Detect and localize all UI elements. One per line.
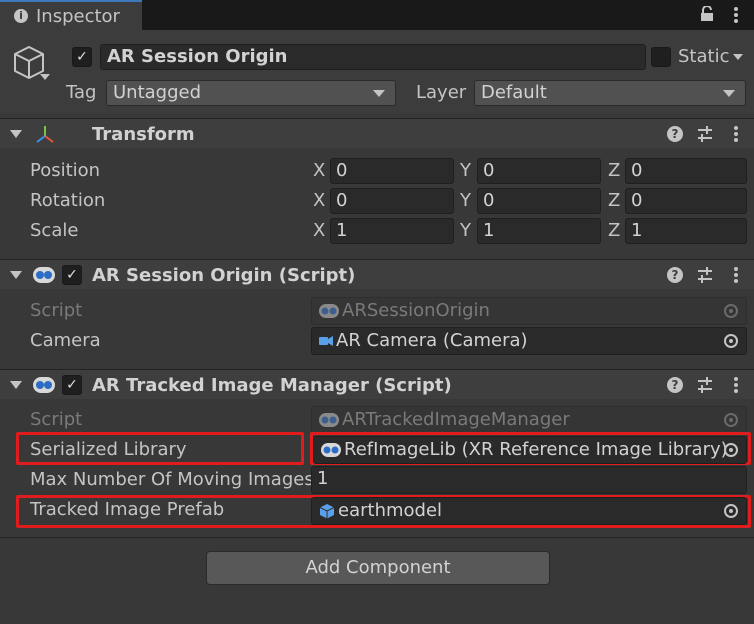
tracked-image-prefab-field[interactable]: earthmodel <box>311 497 747 525</box>
script-label: Script <box>30 409 83 430</box>
object-picker-icon <box>724 413 738 427</box>
serialized-library-field[interactable]: RefImageLib (XR Reference Image Library) <box>313 436 747 464</box>
component-menu-icon[interactable] <box>728 376 744 394</box>
tab-inspector[interactable]: i Inspector <box>0 0 142 30</box>
script-field: ARSessionOrigin <box>311 297 747 325</box>
presets-sliders-icon[interactable] <box>697 376 713 394</box>
axis-y-label[interactable]: Y <box>460 220 471 241</box>
static-label: Static <box>678 46 730 67</box>
static-checkbox[interactable] <box>651 47 671 67</box>
script-value: ARTrackedImageManager <box>342 409 570 430</box>
script-icon <box>319 413 339 427</box>
axis-y-label[interactable]: Y <box>460 190 471 211</box>
rotation-x-field[interactable]: 0 <box>330 188 454 214</box>
axis-x-label[interactable]: X <box>313 190 325 211</box>
axis-z-label[interactable]: Z <box>608 190 620 211</box>
script-icon <box>321 443 341 457</box>
camera-field[interactable]: AR Camera (Camera) <box>311 327 747 355</box>
position-y-field[interactable]: 0 <box>477 158 601 184</box>
axis-x-label[interactable]: X <box>313 220 325 241</box>
static-dropdown-arrow-icon[interactable] <box>733 54 743 60</box>
camera-label: Camera <box>30 330 101 351</box>
transform-title: Transform <box>92 124 195 145</box>
script-value: ARSessionOrigin <box>342 300 490 321</box>
scale-label: Scale <box>30 220 79 241</box>
object-picker-icon <box>724 304 738 318</box>
axis-x-label[interactable]: X <box>313 160 325 181</box>
serialized-library-label: Serialized Library <box>30 439 187 460</box>
tab-label: Inspector <box>36 6 120 27</box>
script-label: Script <box>30 300 83 321</box>
object-picker-icon[interactable] <box>724 504 738 518</box>
position-x-field[interactable]: 0 <box>330 158 454 184</box>
chevron-down-icon <box>723 90 735 97</box>
object-name-field[interactable]: AR Session Origin <box>100 44 646 70</box>
layer-dropdown[interactable]: Default <box>474 80 746 106</box>
axis-z-label[interactable]: Z <box>608 160 620 181</box>
rotation-z-field[interactable]: 0 <box>625 188 747 214</box>
scale-x-field[interactable]: 1 <box>330 218 454 244</box>
max-moving-images-field[interactable]: 1 <box>311 466 747 494</box>
help-icon[interactable]: ? <box>667 126 683 142</box>
help-icon[interactable]: ? <box>667 377 683 393</box>
axis-z-label[interactable]: Z <box>608 220 620 241</box>
lock-icon[interactable] <box>700 6 714 22</box>
camera-icon <box>319 336 333 346</box>
help-icon[interactable]: ? <box>667 267 683 283</box>
layer-value: Default <box>481 82 547 103</box>
ar-session-origin-title: AR Session Origin (Script) <box>92 265 356 286</box>
chevron-down-icon <box>373 90 385 97</box>
tracked-image-prefab-value: earthmodel <box>338 500 443 521</box>
add-component-button[interactable]: Add Component <box>206 551 550 585</box>
max-moving-images-label: Max Number Of Moving Images <box>30 469 314 490</box>
foldout-arrow-icon[interactable] <box>10 381 22 389</box>
divider <box>0 537 754 538</box>
presets-sliders-icon[interactable] <box>697 266 713 284</box>
script-icon <box>319 304 339 318</box>
layer-label: Layer <box>416 82 467 103</box>
ar-tracked-image-manager-title: AR Tracked Image Manager (Script) <box>92 375 452 396</box>
component-enabled-checkbox[interactable]: ✓ <box>62 265 82 285</box>
serialized-library-value: RefImageLib (XR Reference Image Library) <box>344 439 728 460</box>
scale-y-field[interactable]: 1 <box>477 218 601 244</box>
component-menu-icon[interactable] <box>728 266 744 284</box>
scale-z-field[interactable]: 1 <box>625 218 747 244</box>
camera-value: AR Camera (Camera) <box>336 330 528 351</box>
component-enabled-checkbox[interactable]: ✓ <box>62 375 82 395</box>
axis-y-label[interactable]: Y <box>460 160 471 181</box>
position-z-field[interactable]: 0 <box>625 158 747 184</box>
tracked-image-prefab-label: Tracked Image Prefab <box>30 499 225 520</box>
rotation-label: Rotation <box>30 190 106 211</box>
rotation-y-field[interactable]: 0 <box>477 188 601 214</box>
script-icon <box>33 377 55 393</box>
object-picker-icon[interactable] <box>724 334 738 348</box>
prefab-cube-icon <box>319 504 335 519</box>
transform-axes-icon <box>36 126 54 143</box>
object-picker-icon[interactable] <box>724 443 738 457</box>
foldout-arrow-icon[interactable] <box>10 271 22 279</box>
component-menu-icon[interactable] <box>728 125 744 143</box>
active-checkbox[interactable]: ✓ <box>72 47 92 67</box>
script-field: ARTrackedImageManager <box>311 406 747 434</box>
tag-value: Untagged <box>113 82 202 103</box>
foldout-arrow-icon[interactable] <box>10 130 22 138</box>
more-options-icon[interactable] <box>733 6 739 24</box>
presets-sliders-icon[interactable] <box>697 125 713 143</box>
info-icon: i <box>14 9 28 23</box>
icon-dropdown-arrow-icon[interactable] <box>40 74 50 80</box>
tag-label: Tag <box>66 82 97 103</box>
position-label: Position <box>30 160 101 181</box>
tag-dropdown[interactable]: Untagged <box>106 80 396 106</box>
script-icon <box>33 267 55 283</box>
